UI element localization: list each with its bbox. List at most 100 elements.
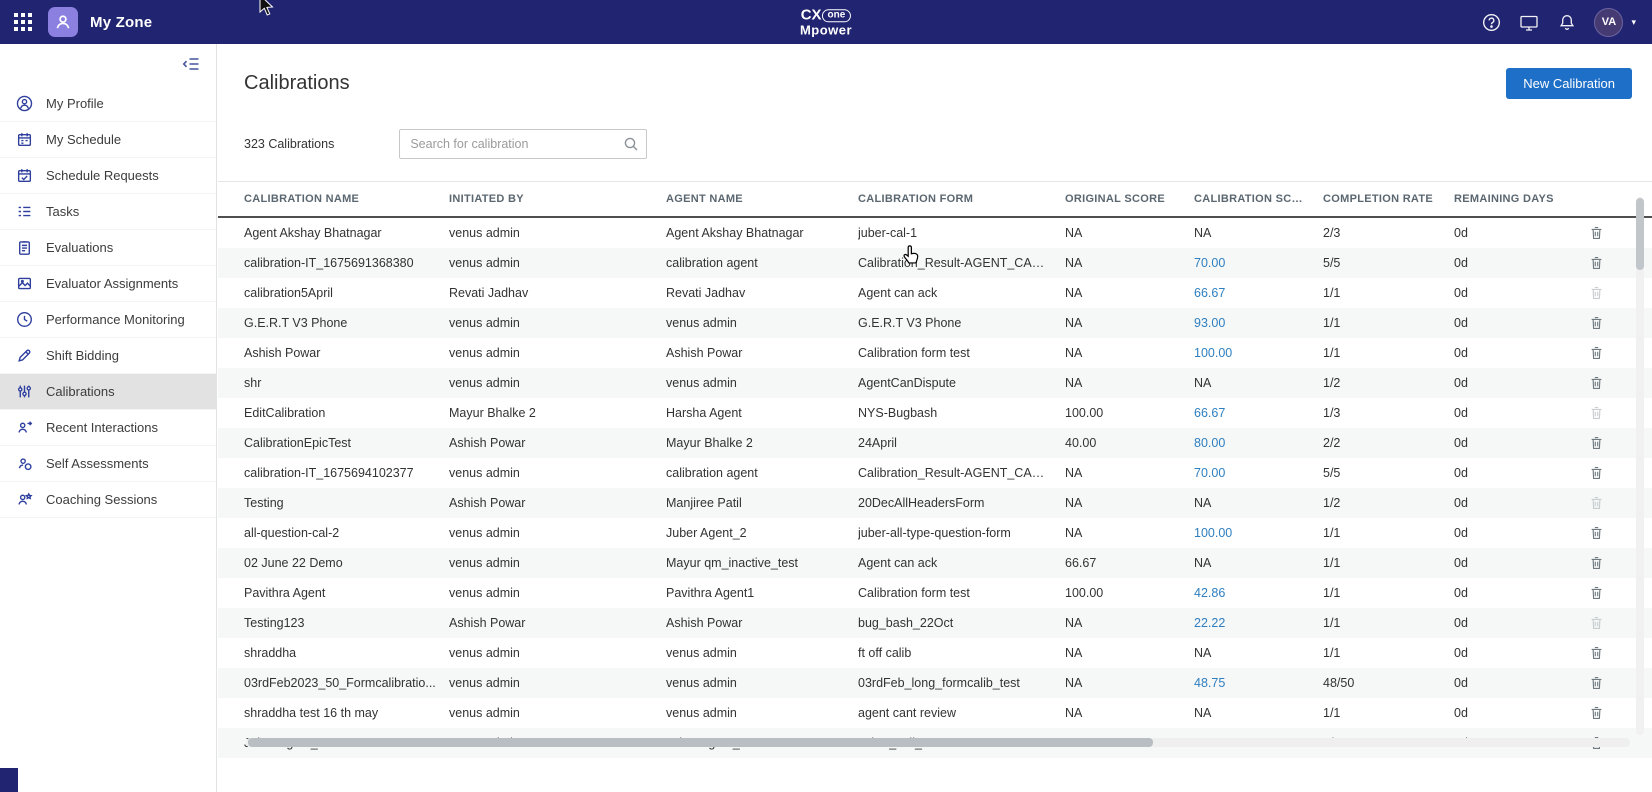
delete-trash-icon[interactable]: [1589, 255, 1605, 271]
sidebar-item-shift-bidding[interactable]: Shift Bidding: [0, 338, 216, 374]
search-icon[interactable]: [623, 136, 639, 157]
cell-calibration-score: NA: [1194, 226, 1323, 240]
cell-remaining-days: 0d: [1454, 256, 1589, 270]
column-header-calibration-score[interactable]: CALIBRATION SCORE: [1194, 193, 1323, 205]
table-row[interactable]: shrvenus adminvenus adminAgentCanDispute…: [218, 368, 1652, 398]
table-row[interactable]: shraddhavenus adminvenus adminft off cal…: [218, 638, 1652, 668]
table-row[interactable]: EditCalibrationMayur Bhalke 2Harsha Agen…: [218, 398, 1652, 428]
help-icon[interactable]: [1480, 11, 1502, 33]
screen-share-icon[interactable]: [1518, 11, 1540, 33]
cell-agent-name: Ashish Powar: [666, 616, 858, 630]
cell-agent-name: Harsha Agent: [666, 406, 858, 420]
calibration-score-link[interactable]: 22.22: [1194, 616, 1225, 630]
bottom-left-accent: [0, 768, 18, 792]
calibration-score-link[interactable]: 70.00: [1194, 466, 1225, 480]
cell-remaining-days: 0d: [1454, 526, 1589, 540]
sidebar-collapse-icon[interactable]: [0, 44, 216, 82]
table-row[interactable]: TestingAshish PowarManjiree Patil20DecAl…: [218, 488, 1652, 518]
table-row[interactable]: Testing123Ashish PowarAshish Powarbug_ba…: [218, 608, 1652, 638]
horizontal-scrollbar[interactable]: [246, 738, 1630, 747]
sidebar-item-my-profile[interactable]: My Profile: [0, 86, 216, 122]
table-row[interactable]: Agent Akshay Bhatnagarvenus adminAgent A…: [218, 218, 1652, 248]
column-header-completion-rate[interactable]: COMPLETION RATE: [1323, 193, 1454, 205]
calibration-score-link[interactable]: 48.75: [1194, 676, 1225, 690]
apps-grid-icon[interactable]: [10, 9, 36, 35]
cell-initiated-by: venus admin: [449, 526, 666, 540]
column-header-original-score[interactable]: ORIGINAL SCORE: [1065, 193, 1194, 205]
sidebar-item-coaching-sessions[interactable]: Coaching Sessions: [0, 482, 216, 518]
user-avatar[interactable]: VA: [1594, 8, 1623, 37]
notifications-bell-icon[interactable]: [1556, 11, 1578, 33]
vertical-scrollbar[interactable]: [1636, 197, 1644, 735]
delete-trash-icon[interactable]: [1589, 555, 1605, 571]
delete-trash-icon[interactable]: [1589, 375, 1605, 391]
sidebar-item-performance-monitoring[interactable]: Performance Monitoring: [0, 302, 216, 338]
column-header-remaining-days[interactable]: REMAINING DAYS: [1454, 193, 1589, 205]
my-zone-app-icon[interactable]: [48, 7, 78, 37]
table-row[interactable]: 03rdFeb2023_50_Formcalibratio...venus ad…: [218, 668, 1652, 698]
cell-remaining-days: 0d: [1454, 556, 1589, 570]
calibration-score-link[interactable]: 93.00: [1194, 316, 1225, 330]
horizontal-scrollbar-thumb[interactable]: [248, 738, 1153, 747]
calibration-score-link[interactable]: 100.00: [1194, 346, 1232, 360]
table-row[interactable]: calibration5AprilRevati JadhavRevati Jad…: [218, 278, 1652, 308]
column-header-agent-name[interactable]: AGENT NAME: [666, 193, 858, 205]
sidebar-item-recent-interactions[interactable]: Recent Interactions: [0, 410, 216, 446]
sidebar-item-calibrations[interactable]: Calibrations: [0, 374, 216, 410]
sidebar-item-evaluator-assignments[interactable]: Evaluator Assignments: [0, 266, 216, 302]
cell-calibration-name: EditCalibration: [244, 406, 449, 420]
sidebar-item-tasks[interactable]: Tasks: [0, 194, 216, 230]
cell-calibration-score: 70.00: [1194, 256, 1323, 270]
table-row[interactable]: Ashish Powarvenus adminAshish PowarCalib…: [218, 338, 1652, 368]
column-header-calibration-name[interactable]: CALIBRATION NAME: [244, 193, 449, 205]
sidebar-item-self-assessments[interactable]: Self Assessments: [0, 446, 216, 482]
calibration-score-link[interactable]: 66.67: [1194, 286, 1225, 300]
table-row[interactable]: calibration-IT_1675694102377venus adminc…: [218, 458, 1652, 488]
table-row[interactable]: G.E.R.T V3 Phonevenus adminvenus adminG.…: [218, 308, 1652, 338]
delete-trash-icon[interactable]: [1589, 315, 1605, 331]
delete-trash-icon[interactable]: [1589, 675, 1605, 691]
sidebar-item-evaluations[interactable]: Evaluations: [0, 230, 216, 266]
sidebar-item-my-schedule[interactable]: My Schedule: [0, 122, 216, 158]
delete-trash-icon[interactable]: [1589, 525, 1605, 541]
app-title: My Zone: [90, 14, 152, 31]
new-calibration-button[interactable]: New Calibration: [1506, 68, 1632, 99]
cell-initiated-by: venus admin: [449, 646, 666, 660]
cell-calibration-score: 22.22: [1194, 616, 1323, 630]
profile-icon: [15, 95, 33, 113]
vertical-scrollbar-thumb[interactable]: [1636, 198, 1644, 270]
cell-initiated-by: Ashish Powar: [449, 616, 666, 630]
calibration-score-link[interactable]: 80.00: [1194, 436, 1225, 450]
table-row[interactable]: shraddha test 16 th mayvenus adminvenus …: [218, 698, 1652, 728]
table-row[interactable]: calibration-IT_1675691368380venus adminc…: [218, 248, 1652, 278]
calibration-score-link[interactable]: 100.00: [1194, 526, 1232, 540]
delete-trash-icon[interactable]: [1589, 465, 1605, 481]
delete-trash-icon[interactable]: [1589, 225, 1605, 241]
delete-trash-icon[interactable]: [1589, 705, 1605, 721]
cell-original-score: NA: [1065, 316, 1194, 330]
sidebar-item-label: My Profile: [46, 96, 104, 111]
cell-remaining-days: 0d: [1454, 376, 1589, 390]
column-header-calibration-form[interactable]: CALIBRATION FORM: [858, 193, 1065, 205]
calibration-score-link[interactable]: 42.86: [1194, 586, 1225, 600]
avatar-chevron-down-icon[interactable]: ▾: [1631, 17, 1636, 28]
calibration-score-link[interactable]: 66.67: [1194, 406, 1225, 420]
calibration-score-link[interactable]: 70.00: [1194, 256, 1225, 270]
table-row[interactable]: CalibrationEpicTestAshish PowarMayur Bha…: [218, 428, 1652, 458]
sidebar-item-schedule-requests[interactable]: Schedule Requests: [0, 158, 216, 194]
search-input[interactable]: [399, 129, 647, 159]
table-row[interactable]: 02 June 22 Demovenus adminMayur qm_inact…: [218, 548, 1652, 578]
top-bar: My Zone CXone Mpower VA ▾: [0, 0, 1652, 44]
delete-trash-icon[interactable]: [1589, 585, 1605, 601]
cell-original-score: NA: [1065, 346, 1194, 360]
delete-trash-icon[interactable]: [1589, 435, 1605, 451]
delete-trash-icon[interactable]: [1589, 645, 1605, 661]
column-header-initiated-by[interactable]: INITIATED BY: [449, 193, 666, 205]
delete-trash-icon[interactable]: [1589, 345, 1605, 361]
cell-calibration-name: calibration5April: [244, 286, 449, 300]
cell-calibration-name: Ashish Powar: [244, 346, 449, 360]
rocket-icon: [15, 347, 33, 365]
table-row[interactable]: Pavithra Agentvenus adminPavithra Agent1…: [218, 578, 1652, 608]
table-row[interactable]: all-question-cal-2venus adminJuber Agent…: [218, 518, 1652, 548]
cell-calibration-score: 42.86: [1194, 586, 1323, 600]
